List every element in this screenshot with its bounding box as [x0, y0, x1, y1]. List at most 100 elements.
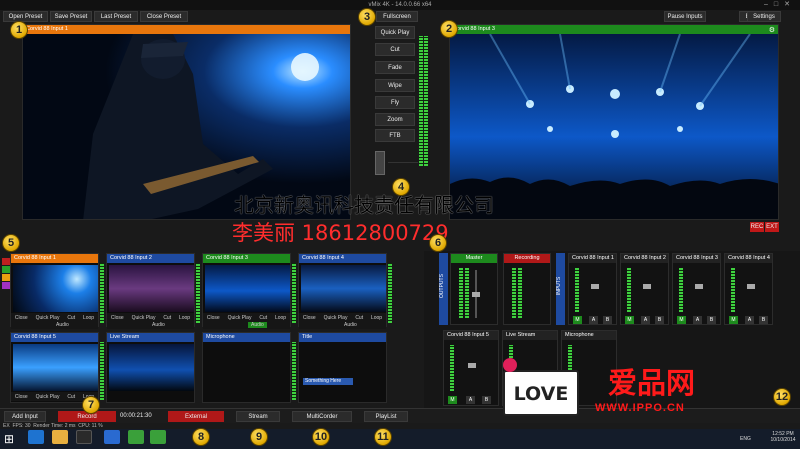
app-icon-3[interactable] — [150, 430, 166, 444]
input-thumbnail — [13, 265, 98, 312]
windows-start-icon[interactable]: ⊞ — [4, 432, 18, 446]
input-card-4[interactable]: Corvid 88 Input 4 Close Quick Play Cut Loop… — [298, 253, 387, 329]
input-card-5[interactable]: Corvid 88 Input 5 CloseQuick PlayCutLoop — [10, 332, 99, 403]
fly-button[interactable]: Fly — [375, 96, 415, 109]
ie-icon[interactable] — [28, 430, 44, 444]
t-bar-track — [388, 162, 418, 163]
input-thumbnail — [205, 265, 290, 312]
t-bar-slider[interactable] — [375, 151, 385, 175]
master-level-meter-right — [424, 36, 428, 166]
watermark-company: 北京新奥讯科技责任有限公司 — [234, 193, 494, 217]
audio-channel-input-2: Corvid 88 Input 2 M A B — [620, 253, 669, 325]
callout-badge-6: 6 — [429, 234, 447, 252]
audio-channel-input-1: Corvid 88 Input 1 M A B — [568, 253, 617, 325]
color-tab-green[interactable] — [2, 266, 10, 273]
master-fader[interactable] — [472, 292, 480, 297]
input-title: Corvid 88 Input 1 — [11, 254, 98, 263]
callout-badge-3: 3 — [358, 8, 376, 26]
master-level-meter-left — [419, 36, 423, 166]
outputs-label-bar: OUTPUTS — [439, 253, 448, 325]
preview-title: Corvid 88 Input 1 — [23, 25, 350, 34]
channel-fader[interactable] — [468, 363, 476, 368]
close-preset-button[interactable]: Close Preset — [140, 11, 188, 22]
add-input-button[interactable]: Add Input — [4, 411, 46, 422]
playlist-button[interactable]: PlayList — [364, 411, 408, 422]
pause-inputs-button[interactable]: Pause Inputs — [664, 11, 706, 22]
inputs-label-bar: INPUTS — [556, 253, 565, 325]
rec-button[interactable]: REC — [750, 222, 764, 232]
external-button[interactable]: External — [168, 411, 224, 422]
input-4-meter — [388, 263, 392, 323]
input-thumbnail — [109, 265, 194, 312]
input-thumbnail — [109, 344, 194, 391]
channel-fader[interactable] — [747, 284, 755, 289]
quick-play-button[interactable]: Quick Play — [375, 26, 415, 39]
title-card-text: Something Here — [303, 378, 353, 385]
callout-badge-2: 2 — [440, 20, 458, 38]
output-title: Corvid 88 Input 3 — [450, 25, 778, 34]
save-preset-button[interactable]: Save Preset — [50, 11, 92, 22]
output-image — [450, 34, 778, 219]
ftb-button[interactable]: FTB — [375, 129, 415, 142]
vmix-icon[interactable] — [104, 430, 120, 444]
gear-icon[interactable]: ⚙ — [769, 26, 775, 34]
output-panel[interactable]: Corvid 88 Input 3 ⚙ — [449, 24, 779, 220]
cut-button[interactable]: Cut — [375, 43, 415, 56]
callout-badge-12: 12 — [773, 388, 791, 406]
input-5-meter — [100, 342, 104, 400]
input-thumbnail — [301, 265, 386, 312]
window-controls[interactable]: –□✕ — [764, 0, 796, 8]
record-time: 00:00:21:30 — [120, 413, 152, 419]
audio-channel-input-3: Corvid 88 Input 3 M A B — [672, 253, 721, 325]
input-card-microphone[interactable]: Microphone — [202, 332, 291, 403]
heart-icon — [503, 358, 517, 372]
stream-button[interactable]: Stream — [236, 411, 280, 422]
zoom-button[interactable]: Zoom — [375, 113, 415, 126]
app-icon-2[interactable] — [128, 430, 144, 444]
callout-badge-4: 4 — [392, 178, 410, 196]
input-card-title[interactable]: Title Something Here — [298, 332, 387, 403]
input-card-2[interactable]: Corvid 88 Input 2 Close Quick Play Cut Loop… — [106, 253, 195, 329]
input-1-meter — [100, 263, 104, 323]
audio-channel-input-5: Corvid 88 Input 5 M A B — [443, 330, 499, 406]
recording-strip: Recording — [503, 253, 551, 325]
microphone-meter — [292, 342, 296, 400]
clock[interactable]: 12:52 PM 10/10/2014 — [768, 431, 798, 443]
language-indicator[interactable]: ENG — [740, 436, 751, 442]
folder-icon[interactable] — [52, 430, 68, 444]
channel-fader[interactable] — [591, 284, 599, 289]
color-tab-purple[interactable] — [2, 282, 10, 289]
channel-fader[interactable] — [643, 284, 651, 289]
app-icon[interactable] — [76, 430, 92, 444]
window-title-bar: vMix 4K - 14.0.0.66 x64 –□✕ — [0, 0, 800, 10]
last-preset-button[interactable]: Last Preset — [94, 11, 138, 22]
fullscreen-dropdown[interactable]: Fullscreen — [376, 11, 418, 22]
color-tab-red[interactable] — [2, 258, 10, 265]
callout-badge-8: 8 — [192, 428, 210, 446]
input-2-meter — [196, 263, 200, 323]
brand-url: WWW.IPPO.CN — [595, 402, 685, 414]
open-preset-button[interactable]: Open Preset — [3, 11, 48, 22]
input-card-1[interactable]: Corvid 88 Input 1 Close Quick Play Cut Loop… — [10, 253, 99, 329]
callout-badge-11: 11 — [374, 428, 392, 446]
callout-badge-7: 7 — [82, 396, 100, 414]
ext-button[interactable]: EXT — [765, 222, 779, 232]
fade-button[interactable]: Fade — [375, 61, 415, 74]
multicorder-button[interactable]: MultiCorder — [292, 411, 352, 422]
watermark-contact: 李美丽 18612800729 — [232, 221, 449, 245]
input-card-3[interactable]: Corvid 88 Input 3 Close Quick Play Cut Loop… — [202, 253, 291, 329]
window-title: vMix 4K - 14.0.0.66 x64 — [368, 2, 432, 8]
brand-name: 爱品网 — [608, 366, 696, 400]
channel-fader[interactable] — [695, 284, 703, 289]
settings-button[interactable]: Settings — [747, 11, 781, 22]
input-3-meter — [292, 263, 296, 323]
master-strip: Master — [450, 253, 498, 325]
callout-badge-9: 9 — [250, 428, 268, 446]
callout-badge-5: 5 — [2, 234, 20, 252]
callout-badge-10: 10 — [312, 428, 330, 446]
inputs-grid: Corvid 88 Input 1 Close Quick Play Cut Loop… — [10, 253, 420, 403]
input-card-live-stream[interactable]: Live Stream — [106, 332, 195, 403]
input-thumbnail — [13, 344, 98, 391]
color-tab-orange[interactable] — [2, 274, 10, 281]
wipe-button[interactable]: Wipe — [375, 79, 415, 92]
